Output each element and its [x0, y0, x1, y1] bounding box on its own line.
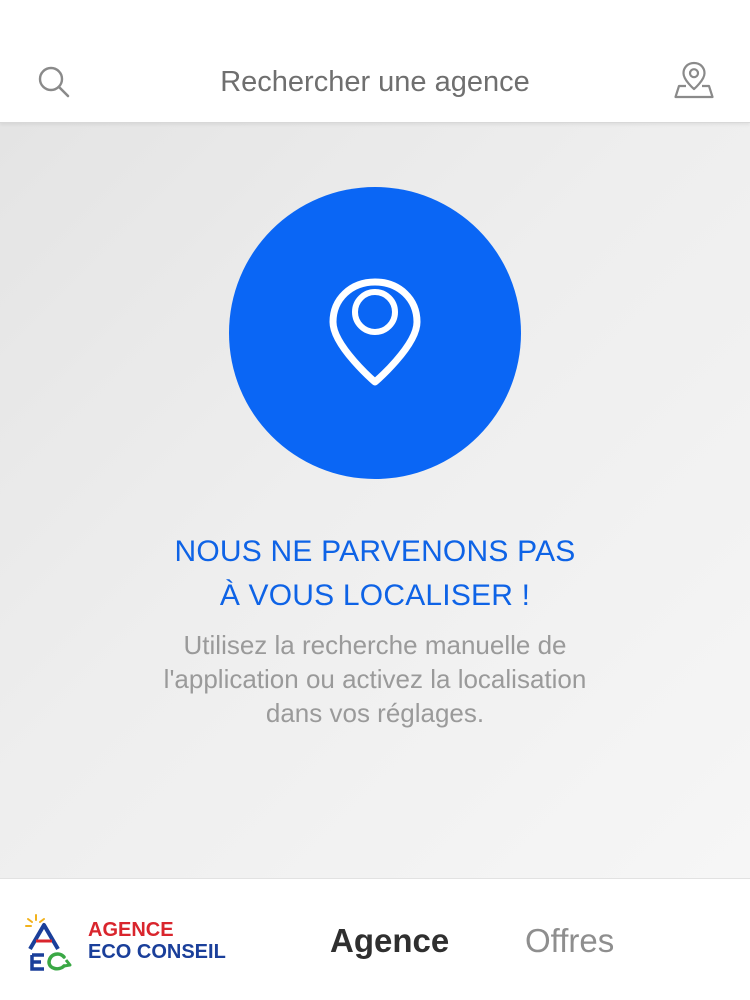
search-header	[0, 0, 750, 123]
location-pin-icon	[329, 278, 421, 386]
brand-name-line-2: ECO CONSEIL	[88, 941, 226, 963]
description-line-3: dans vos réglages.	[265, 698, 485, 728]
map-pin-icon	[674, 61, 714, 99]
description-line-2: l'application ou activez la localisation	[163, 664, 587, 694]
location-error-panel: NOUS NE PARVENONS PAS À VOUS LOCALISER !…	[0, 122, 750, 878]
tab-agence[interactable]: Agence	[330, 919, 449, 963]
brand-logo: AGENCE ECO CONSEIL	[24, 911, 254, 971]
agency-search-input[interactable]	[120, 56, 630, 108]
bottom-navigation: AGENCE ECO CONSEIL Agence Offres	[0, 878, 750, 1000]
map-location-button[interactable]	[670, 56, 718, 104]
search-button[interactable]	[32, 60, 76, 104]
location-error-title: NOUS NE PARVENONS PAS À VOUS LOCALISER !	[0, 530, 750, 618]
title-line-1: NOUS NE PARVENONS PAS	[174, 535, 576, 568]
location-error-description: Utilisez la recherche manuelle de l'appl…	[0, 628, 750, 730]
title-line-2: À VOUS LOCALISER !	[219, 579, 531, 612]
search-icon	[38, 66, 70, 98]
brand-name: AGENCE ECO CONSEIL	[88, 919, 226, 963]
description-line-1: Utilisez la recherche manuelle de	[183, 630, 567, 660]
tab-offres[interactable]: Offres	[525, 919, 614, 963]
brand-logo-mark-icon	[25, 914, 72, 971]
brand-name-line-1: AGENCE	[88, 919, 174, 941]
location-circle	[229, 187, 521, 479]
app-screen: NOUS NE PARVENONS PAS À VOUS LOCALISER !…	[0, 0, 750, 1000]
